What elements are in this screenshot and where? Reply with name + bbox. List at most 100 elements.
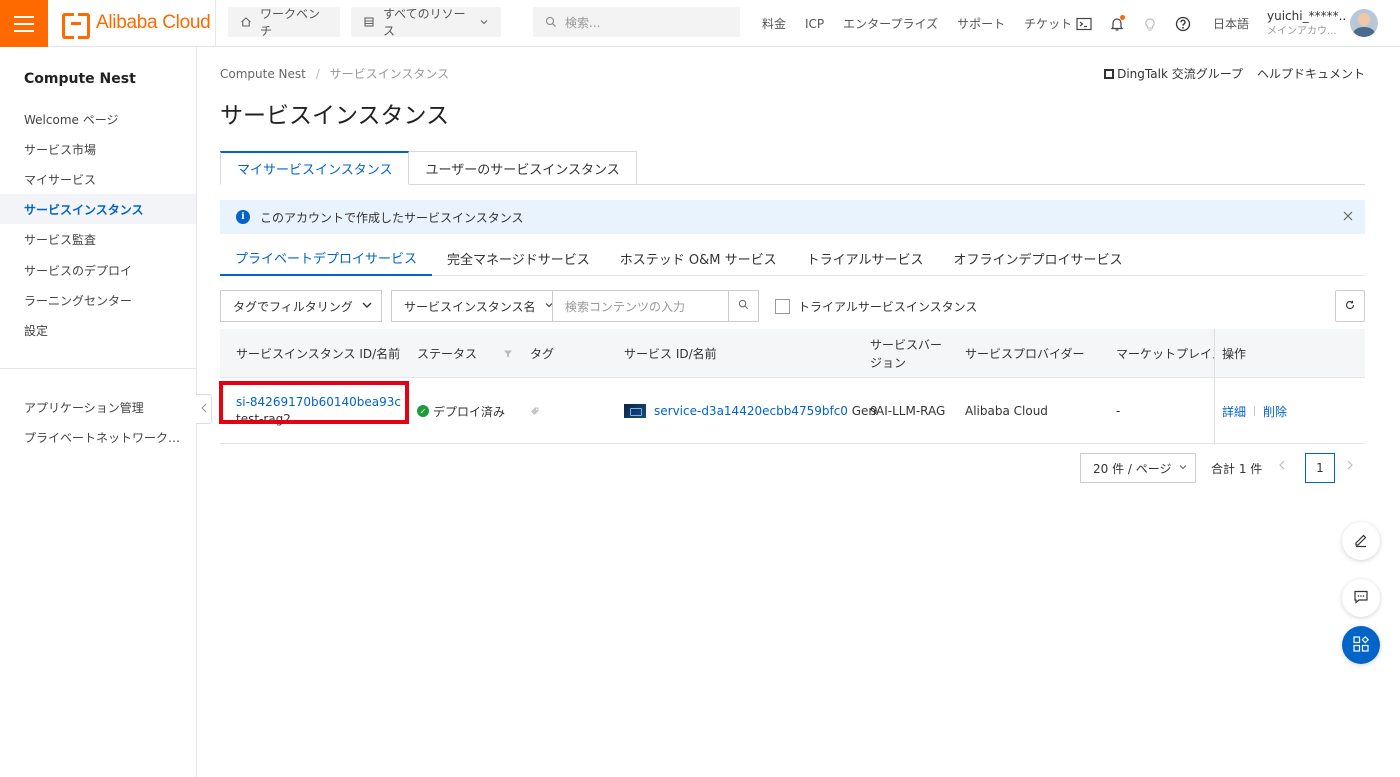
alibaba-cloud-logo[interactable]: Alibaba Cloud: [62, 12, 211, 39]
list-icon: [363, 16, 375, 28]
next-page-button[interactable]: [1346, 459, 1354, 473]
detail-link[interactable]: 詳細: [1222, 403, 1246, 420]
global-search-placeholder: 検索...: [565, 15, 601, 30]
sidebar-item-app-management[interactable]: アプリケーション管理: [0, 392, 196, 422]
sidebar-item-service-instances[interactable]: サービスインスタンス: [0, 194, 196, 224]
global-search-input[interactable]: 検索...: [533, 7, 740, 37]
tab-hosted-om[interactable]: ホステッド O&M サービス: [605, 241, 792, 276]
sidebar-item-settings[interactable]: 設定: [0, 315, 196, 345]
sidebar-item-private-network[interactable]: プライベートネットワーク…: [0, 422, 196, 452]
dingtalk-group-link[interactable]: DingTalk 交流グループ: [1104, 65, 1243, 82]
sidebar-collapse-button[interactable]: [196, 394, 212, 424]
tab-fully-managed[interactable]: 完全マネージドサービス: [432, 241, 605, 276]
workbench-label: ワークベンチ: [260, 7, 321, 38]
close-icon[interactable]: [1343, 209, 1353, 225]
col-service: サービス ID/名前: [624, 347, 717, 361]
chevron-down-icon: [1178, 461, 1188, 475]
avatar[interactable]: [1350, 9, 1378, 37]
user-name: yuichi_*****...: [1267, 9, 1347, 23]
top-navigation-bar: Alibaba Cloud ワークベンチ すべてのリソース 検索... 料金 I…: [0, 0, 1400, 47]
col-provider: サービスプロバイダー: [965, 347, 1085, 361]
brand-name: Alibaba Cloud: [96, 12, 211, 33]
sidebar-item-my-services[interactable]: マイサービス: [0, 164, 196, 194]
tag-edit-icon[interactable]: [530, 378, 540, 444]
info-notice-text: このアカウントで作成したサービスインスタンス: [260, 210, 524, 225]
tab-private-deploy[interactable]: プライベートデプロイサービス: [220, 241, 433, 276]
highlight-box: [219, 381, 409, 424]
delete-link[interactable]: 削除: [1263, 403, 1287, 420]
edit-feedback-button[interactable]: [1342, 522, 1380, 560]
service-logo-icon: [624, 404, 646, 418]
col-tag: タグ: [530, 347, 555, 361]
help-docs-link[interactable]: ヘルプドキュメント: [1257, 65, 1365, 82]
tab-my-service-instances[interactable]: マイサービスインスタンス: [220, 151, 410, 185]
tag-filter-button[interactable]: タグでフィルタリング: [220, 290, 382, 322]
sidebar-item-service-market[interactable]: サービス市場: [0, 134, 196, 164]
notification-dot: [1120, 14, 1125, 20]
search-button[interactable]: [728, 290, 759, 322]
breadcrumb-current: サービスインスタンス: [329, 67, 450, 81]
prev-page-button[interactable]: [1278, 459, 1286, 473]
search-input-placeholder: 検索コンテンツの入力: [565, 299, 686, 314]
search-icon: [545, 16, 557, 28]
chat-icon: [1353, 589, 1369, 608]
tab-offline-deploy[interactable]: オフラインデプロイサービス: [939, 241, 1138, 276]
top-link-enterprise[interactable]: エンタープライズ: [843, 15, 938, 32]
filter-icon[interactable]: [503, 329, 513, 378]
breadcrumb-root[interactable]: Compute Nest: [220, 67, 306, 81]
checkbox[interactable]: [775, 299, 790, 314]
chevron-left-icon: [200, 403, 208, 416]
col-instance-id: サービスインスタンス ID/名前: [236, 347, 401, 361]
refresh-button[interactable]: [1335, 290, 1365, 322]
table-header: サービスインスタンス ID/名前 ステータス タグ サービス ID/名前 サービ…: [220, 329, 1365, 378]
lightbulb-icon[interactable]: [1141, 15, 1159, 33]
alibaba-cloud-logo-icon: [62, 13, 90, 39]
divider: [1254, 406, 1256, 416]
pencil-icon: [1353, 532, 1369, 551]
all-resources-label: すべてのリソース: [383, 7, 466, 38]
bell-icon[interactable]: [1108, 14, 1126, 33]
page-number-button[interactable]: 1: [1305, 453, 1335, 483]
apps-button[interactable]: [1342, 626, 1380, 664]
sidebar-item-welcome[interactable]: Welcome ページ: [0, 104, 196, 134]
tab-trial[interactable]: トライアルサービス: [792, 241, 939, 276]
sidebar-title: Compute Nest: [24, 71, 136, 87]
top-link-pricing[interactable]: 料金: [762, 15, 786, 32]
service-id-link[interactable]: service-d3a14420ecbb4759bfc0: [654, 404, 848, 418]
marketplace-value: -: [1116, 404, 1121, 418]
top-links: 料金 ICP エンタープライズ サポート チケット: [762, 0, 1091, 47]
page-title: サービスインスタンス: [220, 103, 450, 129]
workbench-button[interactable]: ワークベンチ: [228, 7, 340, 38]
sidebar-item-learning-center[interactable]: ラーニングセンター: [0, 285, 196, 315]
user-role: メインアカウ...: [1267, 26, 1337, 37]
search-field-select[interactable]: サービスインスタンス名: [391, 290, 552, 322]
info-icon: i: [236, 210, 250, 224]
sidebar-item-service-deploy[interactable]: サービスのデプロイ: [0, 255, 196, 285]
language-selector[interactable]: 日本語: [1213, 15, 1249, 32]
top-link-support[interactable]: サポート: [957, 15, 1005, 32]
all-resources-dropdown[interactable]: すべてのリソース: [351, 7, 501, 38]
breadcrumb-separator: /: [315, 67, 320, 81]
search-input[interactable]: 検索コンテンツの入力: [552, 290, 729, 322]
terminal-icon[interactable]: [1075, 15, 1093, 33]
row-operations: 詳細 削除: [1222, 378, 1287, 444]
help-icon[interactable]: [1174, 15, 1192, 33]
user-account-menu[interactable]: yuichi_*****... メインアカウ...: [1267, 8, 1347, 40]
chat-button[interactable]: [1342, 579, 1380, 617]
help-links: DingTalk 交流グループ ヘルプドキュメント: [1104, 65, 1365, 82]
col-marketplace: マーケットプレイス: [1116, 347, 1214, 361]
tab-user-service-instances[interactable]: ユーザーのサービスインスタンス: [409, 151, 637, 185]
sidebar-item-service-audit[interactable]: サービス監査: [0, 224, 196, 254]
page-size-select[interactable]: 20 件 / ページ: [1080, 453, 1196, 483]
top-link-ticket[interactable]: チケット: [1024, 15, 1072, 32]
dingtalk-group-label: DingTalk 交流グループ: [1117, 67, 1243, 81]
menu-icon[interactable]: [0, 0, 48, 47]
total-count: 合計 1 件: [1211, 462, 1263, 476]
col-status: ステータス: [417, 329, 477, 378]
search-icon: [738, 299, 749, 313]
trial-instance-checkbox[interactable]: トライアルサービスインスタンス: [775, 298, 977, 315]
top-link-icp[interactable]: ICP: [805, 17, 824, 31]
breadcrumb: Compute Nest / サービスインスタンス: [220, 65, 449, 82]
home-icon: [240, 16, 252, 28]
service-provider: Alibaba Cloud: [965, 404, 1048, 418]
